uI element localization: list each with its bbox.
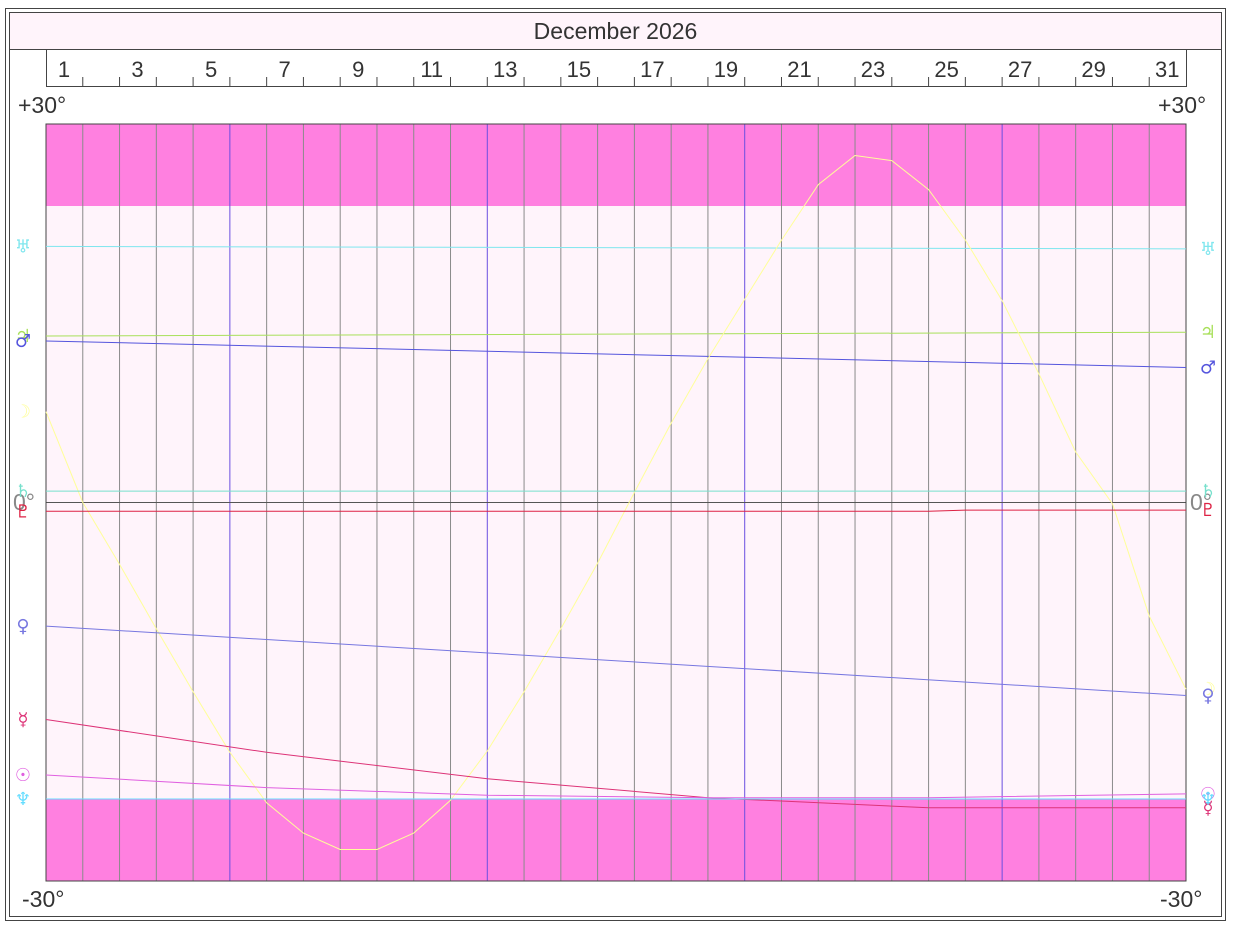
series-glyph-right-5: ♇ — [1200, 500, 1216, 521]
series-glyph-left-5: ♇ — [15, 501, 31, 522]
day-label-7: 7 — [279, 57, 291, 82]
series-glyph-right-9: ♆ — [1200, 789, 1216, 810]
series-glyph-left-3: ☽ — [15, 402, 31, 423]
day-label-13: 13 — [493, 57, 517, 82]
series-glyph-left-6: ♀ — [16, 616, 29, 637]
series-glyph-left-2: ♂ — [15, 331, 31, 352]
series-glyph-left-8: ☉ — [15, 765, 31, 786]
series-glyph-left-9: ♆ — [15, 789, 31, 810]
series-glyph-right-0: ♅ — [1200, 239, 1216, 260]
day-label-29: 29 — [1081, 57, 1105, 82]
day-label-11: 11 — [420, 57, 443, 82]
declination-chart: 1 3 5 7 9 11 13 15 17 19 21 23 25 27 29 31♅ ♅♃ ♃♂♂☽☽♄ ♄♇ ♇♀… — [15, 57, 1216, 882]
day-label-25: 25 — [934, 57, 958, 82]
day-label-5: 5 — [205, 57, 217, 82]
series-glyph-right-2: ♂ — [1200, 358, 1216, 379]
day-label-15: 15 — [567, 57, 591, 82]
series-glyph-left-4: ♄ — [15, 481, 31, 502]
day-label-9: 9 — [352, 57, 364, 82]
day-label-1: 1 — [58, 57, 70, 82]
day-label-3: 3 — [131, 57, 143, 82]
day-label-31: 31 — [1155, 57, 1179, 82]
series-glyph-right-4: ♄ — [1200, 481, 1216, 502]
series-glyph-left-0: ♅ — [15, 236, 31, 257]
series-glyph-right-1: ♃ — [1200, 322, 1216, 343]
day-label-21: 21 — [787, 57, 811, 82]
series-glyph-right-6: ♀ — [1201, 686, 1214, 707]
day-label-23: 23 — [861, 57, 885, 82]
day-label-19: 19 — [714, 57, 738, 82]
day-label-17: 17 — [640, 57, 664, 82]
day-label-27: 27 — [1008, 57, 1032, 82]
series-glyph-left-7: ☿ — [17, 710, 28, 731]
